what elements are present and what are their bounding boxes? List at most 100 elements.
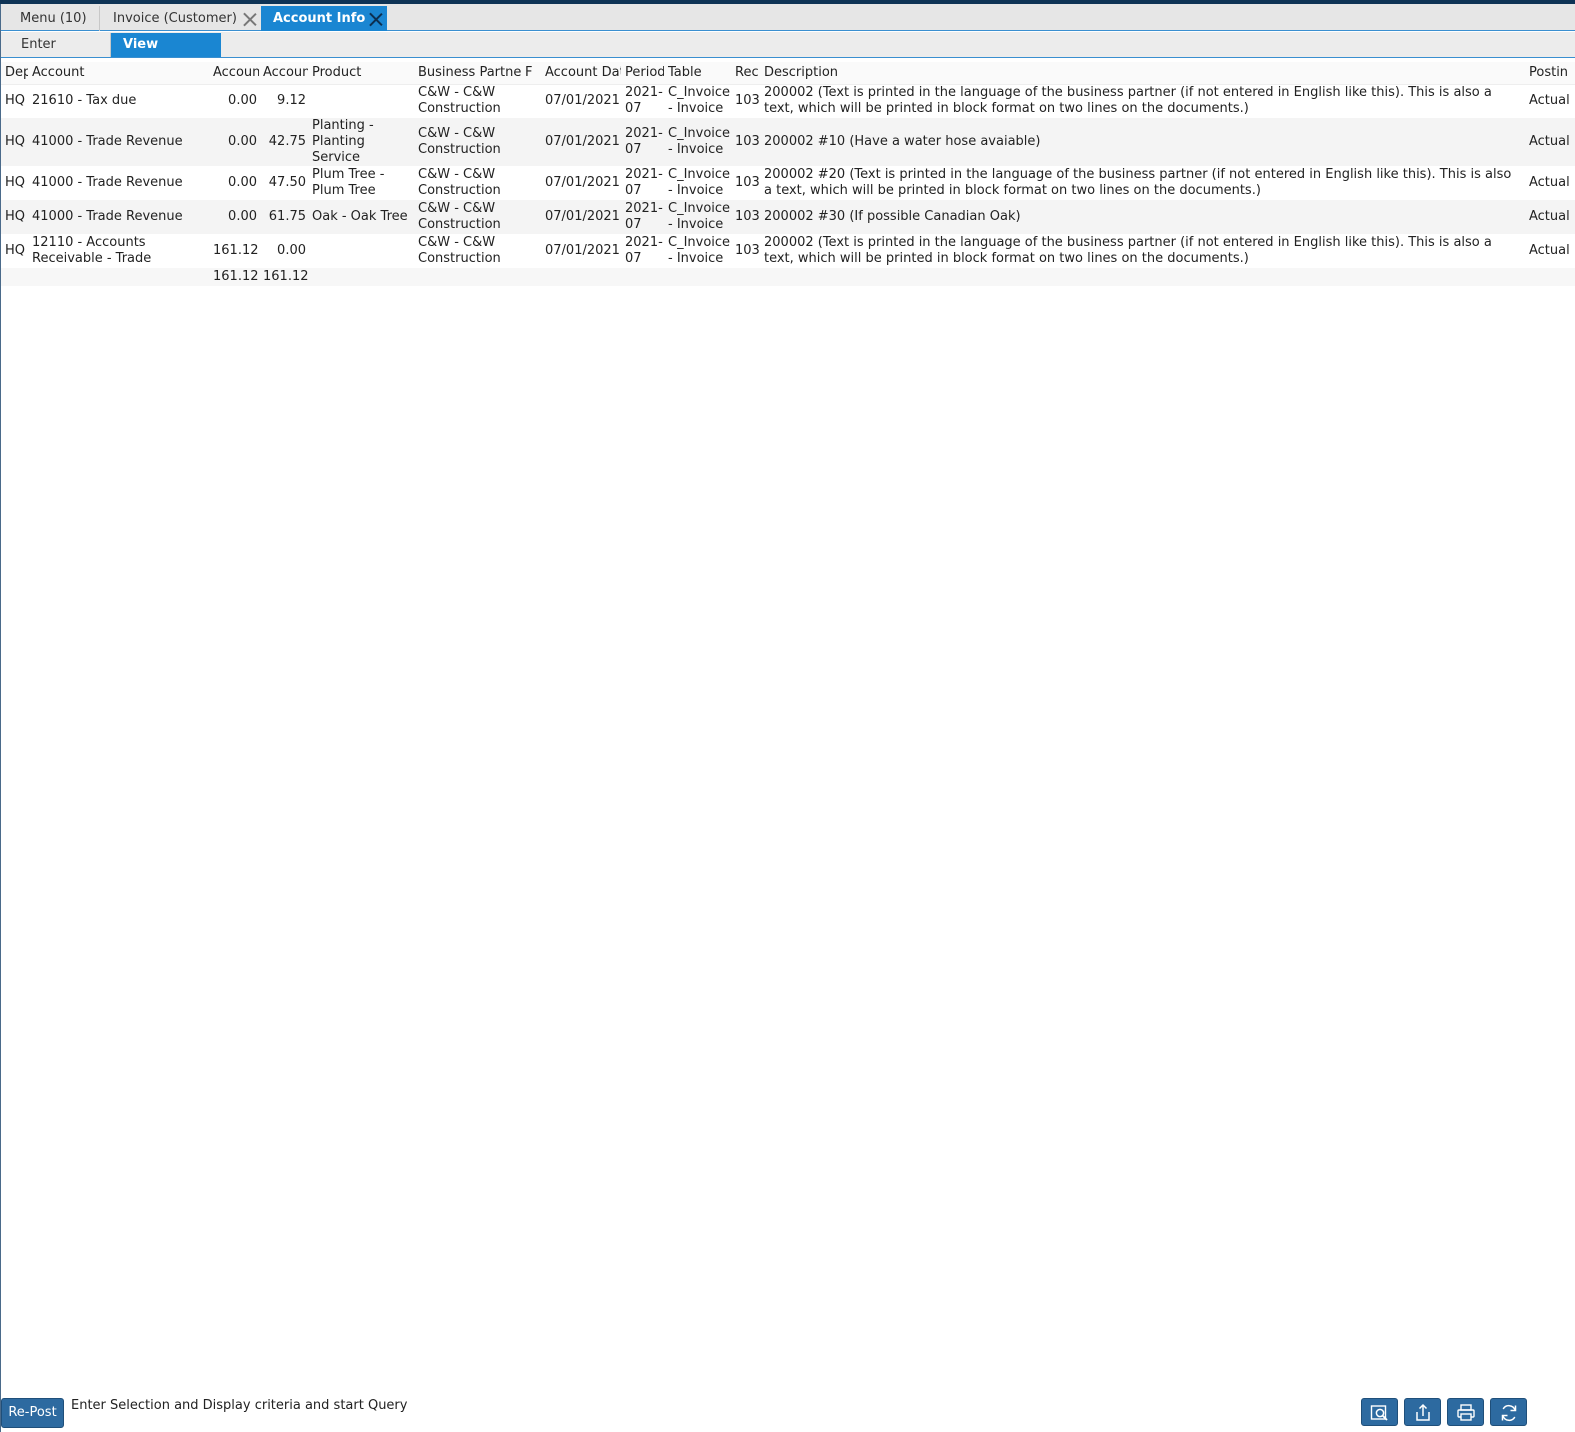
- print-button[interactable]: [1447, 1398, 1484, 1426]
- query-tab-bar: Enter Query View Result: [1, 32, 1575, 76]
- cell-account-date: 07/01/2021: [545, 243, 620, 258]
- cell-product: Planting - Planting Service: [308, 118, 414, 166]
- cell-table: C_Invoice - Invoice: [664, 118, 731, 166]
- status-message: Enter Selection and Display criteria and…: [71, 1398, 408, 1413]
- cell-business-partner: C&W - C&W Construction: [418, 167, 501, 198]
- cell-account: 41000 - Trade Revenue: [28, 200, 209, 234]
- column-header-account-date[interactable]: Account Dat: [541, 62, 621, 85]
- column-header-table[interactable]: Table: [664, 62, 731, 85]
- cell-period: 2021-07: [625, 85, 663, 117]
- cell-department: HQ: [5, 93, 26, 109]
- table-row[interactable]: HQ 41000 - Trade Revenue 0.00 61.75 Oak …: [1, 200, 1575, 234]
- tab-menu[interactable]: Menu (10): [8, 6, 100, 31]
- cell-account-date: 07/01/2021: [541, 200, 621, 234]
- total-amount-debit: 161.12: [209, 268, 259, 286]
- column-header-f[interactable]: F: [521, 62, 541, 85]
- cell-department: HQ: [1, 118, 28, 166]
- tab-account-info[interactable]: Account Info: [261, 6, 387, 31]
- cell-record: 103: [731, 118, 760, 166]
- cell-amount-debit: 0.00: [209, 200, 259, 234]
- cell-period: 2021-07: [625, 235, 663, 266]
- cell-f: [521, 234, 541, 268]
- cell-business-partner: C&W - C&W Construction: [418, 235, 501, 266]
- re-post-button[interactable]: Re-Post: [1, 1398, 64, 1428]
- cell-description: 200002 #10 (Have a water hose avaiable): [760, 118, 1525, 166]
- cell-product: Oak - Oak Tree: [308, 200, 414, 234]
- close-icon[interactable]: [369, 12, 383, 26]
- cell-account: 41000 - Trade Revenue: [32, 175, 183, 190]
- tab-label: Menu (10): [20, 11, 87, 26]
- column-header-posting-type[interactable]: Postin: [1525, 62, 1575, 85]
- cell-product: [308, 234, 414, 268]
- cell-period: 2021-07: [621, 118, 664, 166]
- column-header-business-partner[interactable]: Business Partner: [414, 62, 521, 85]
- tab-invoice-customer[interactable]: Invoice (Customer): [101, 6, 261, 31]
- table-row[interactable]: HQ 21610 - Tax due 0.00 9.12 C&W - C&W C…: [1, 84, 1575, 118]
- cell-description: 200002 (Text is printed in the language …: [764, 85, 1492, 117]
- table-row[interactable]: HQ 41000 - Trade Revenue 0.00 47.50 Plum…: [1, 166, 1575, 200]
- cell-business-partner: C&W - C&W Construction: [414, 200, 521, 234]
- cell-amount-credit: 61.75: [259, 200, 308, 234]
- cell-account-date: 07/01/2021: [541, 118, 621, 166]
- cell-period: 2021-07: [621, 200, 664, 234]
- cell-account: 12110 - Accounts Receivable - Trade: [32, 235, 152, 266]
- refresh-button[interactable]: [1490, 1398, 1527, 1426]
- cell-description: 200002 (Text is printed in the language …: [764, 235, 1492, 266]
- cell-department: HQ: [5, 175, 26, 190]
- cell-posting-type: Actual: [1525, 118, 1575, 166]
- column-header-account[interactable]: Account: [28, 62, 209, 85]
- cell-f: [521, 84, 541, 118]
- footer-bar: Re-Post Enter Selection and Display crit…: [0, 1396, 1575, 1432]
- cell-record: 103: [735, 175, 760, 190]
- cell-table: C_Invoice - Invoice: [668, 167, 731, 198]
- window-tab-bar: Menu (10) Invoice (Customer) Account Inf…: [1, 4, 1575, 31]
- cell-product: [308, 84, 414, 118]
- column-header-record[interactable]: Rec: [731, 62, 760, 85]
- export-button[interactable]: [1404, 1398, 1441, 1426]
- cell-amount-debit: 0.00: [228, 175, 257, 190]
- cell-business-partner: C&W - C&W Construction: [418, 85, 501, 117]
- cell-table: C_Invoice - Invoice: [664, 200, 731, 234]
- cell-f: [521, 166, 541, 200]
- column-header-description[interactable]: Description: [760, 62, 1525, 85]
- cell-business-partner: C&W - C&W Construction: [414, 118, 521, 166]
- cell-record: 103: [735, 93, 760, 109]
- cell-department: HQ: [5, 243, 26, 258]
- close-icon[interactable]: [243, 12, 257, 26]
- tab-enter-query[interactable]: Enter Query: [9, 33, 111, 76]
- totals-row: 161.12 161.12: [1, 268, 1575, 286]
- cell-posting-type: Actual: [1525, 200, 1575, 234]
- cell-amount-credit: 42.75: [259, 118, 308, 166]
- table-row[interactable]: HQ 41000 - Trade Revenue 0.00 42.75 Plan…: [1, 118, 1575, 166]
- cell-period: 2021-07: [625, 167, 663, 198]
- cell-account-date: 07/01/2021: [545, 93, 620, 109]
- cell-record: 103: [735, 243, 760, 258]
- cell-record: 103: [731, 200, 760, 234]
- column-header-product[interactable]: Product: [308, 62, 414, 85]
- zoom-icon: [1370, 1405, 1388, 1421]
- export-icon: [1416, 1403, 1430, 1421]
- column-header-department[interactable]: Dep: [1, 62, 28, 85]
- cell-table: C_Invoice - Invoice: [668, 85, 731, 117]
- cell-f: [521, 118, 541, 166]
- cell-account: 21610 - Tax due: [32, 93, 137, 109]
- refresh-icon: [1501, 1404, 1517, 1422]
- cell-description: 200002 #30 (If possible Canadian Oak): [760, 200, 1525, 234]
- column-header-period[interactable]: Period: [621, 62, 664, 85]
- column-header-amount-debit[interactable]: Accoun: [209, 62, 259, 85]
- print-icon: [1457, 1404, 1475, 1421]
- tab-view-result[interactable]: View Result: [111, 33, 221, 76]
- cell-product: Plum Tree - Plum Tree: [312, 167, 385, 198]
- cell-posting-type: Actual: [1529, 175, 1570, 190]
- cell-amount-debit: 161.12: [213, 243, 259, 258]
- zoom-button[interactable]: [1361, 1398, 1398, 1426]
- cell-amount-debit: 0.00: [228, 93, 257, 109]
- table-row[interactable]: HQ 12110 - Accounts Receivable - Trade 1…: [1, 234, 1575, 268]
- cell-amount-credit: 9.12: [277, 93, 306, 109]
- column-header-amount-credit[interactable]: Accoun: [259, 62, 308, 85]
- cell-f: [521, 200, 541, 234]
- cell-table: C_Invoice - Invoice: [668, 235, 731, 266]
- cell-amount-credit: 0.00: [277, 243, 306, 258]
- result-grid: Dep Account Accoun Accoun Product Busine…: [1, 62, 1575, 286]
- cell-posting-type: Actual: [1529, 243, 1570, 258]
